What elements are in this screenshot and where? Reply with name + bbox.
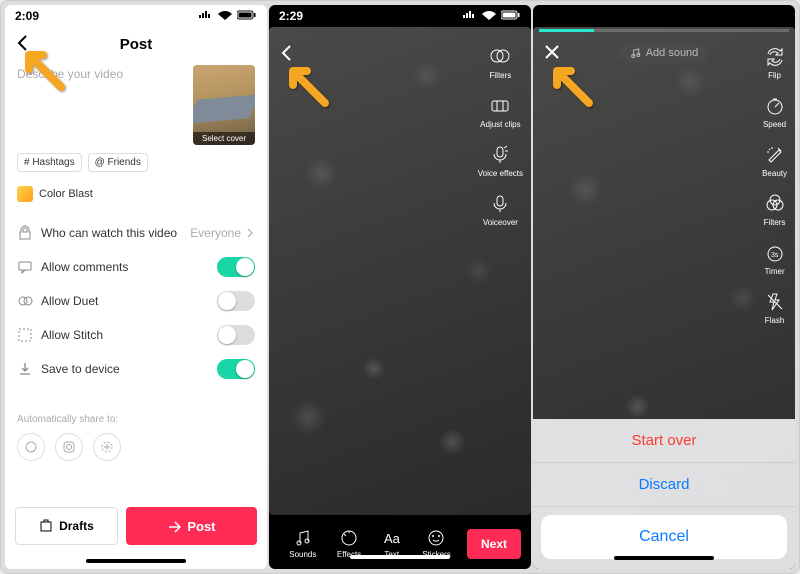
voice-effects-button[interactable]: Voice effects bbox=[478, 143, 523, 178]
share-message-icon[interactable] bbox=[17, 433, 45, 461]
record-progress bbox=[539, 29, 789, 32]
hashtags-chip[interactable]: # Hashtags bbox=[17, 153, 82, 172]
page-title: Post bbox=[120, 36, 153, 53]
flip-icon bbox=[763, 45, 787, 69]
status-icons bbox=[196, 9, 257, 23]
stitch-toggle[interactable] bbox=[217, 325, 255, 345]
home-indicator bbox=[86, 559, 186, 563]
drafts-button[interactable]: Drafts bbox=[15, 507, 118, 545]
annotation-arrow bbox=[283, 61, 333, 116]
status-bar: 2:09 bbox=[5, 5, 267, 27]
stitch-row: Allow Stitch bbox=[17, 318, 255, 352]
lock-icon bbox=[17, 225, 33, 241]
status-time: 2:29 bbox=[279, 9, 303, 23]
cover-label: Select cover bbox=[193, 132, 255, 145]
cancel-button[interactable]: Cancel bbox=[541, 515, 787, 559]
adjust-clips-button[interactable]: Adjust clips bbox=[478, 94, 523, 129]
effects-button[interactable]: Effects bbox=[337, 528, 361, 559]
music-icon bbox=[630, 47, 642, 59]
start-over-button[interactable]: Start over bbox=[533, 419, 795, 463]
timer-button[interactable]: 3sTimer bbox=[762, 241, 787, 276]
filters-icon bbox=[488, 45, 512, 69]
comments-toggle[interactable] bbox=[217, 257, 255, 277]
save-toggle[interactable] bbox=[217, 359, 255, 379]
post-screen: 2:09 Post Describe your video Select cov… bbox=[5, 5, 267, 569]
stickers-button[interactable]: Stickers bbox=[422, 528, 450, 559]
action-sheet: Start over Discard Cancel bbox=[533, 419, 795, 569]
drafts-icon bbox=[39, 519, 53, 533]
flip-button[interactable]: Flip bbox=[762, 45, 787, 80]
duet-row: Allow Duet bbox=[17, 284, 255, 318]
filters-button[interactable]: Filters bbox=[478, 45, 523, 80]
text-icon: Aa bbox=[382, 528, 402, 548]
filters-icon bbox=[763, 192, 787, 216]
add-sound-button[interactable]: Add sound bbox=[620, 43, 709, 63]
stitch-icon bbox=[17, 327, 33, 343]
flash-button[interactable]: Flash bbox=[762, 290, 787, 325]
comments-row: Allow comments bbox=[17, 250, 255, 284]
voiceover-button[interactable]: Voiceover bbox=[478, 192, 523, 227]
annotation-arrow bbox=[19, 45, 69, 100]
cover-thumbnail[interactable]: Select cover bbox=[193, 65, 255, 145]
duet-icon bbox=[17, 293, 33, 309]
speed-button[interactable]: Speed bbox=[762, 94, 787, 129]
home-indicator bbox=[614, 556, 714, 560]
edit-screen: 2:29 Filters Adjust clips Voice effects … bbox=[269, 5, 531, 569]
save-row: Save to device bbox=[17, 352, 255, 386]
share-instagram-icon[interactable] bbox=[55, 433, 83, 461]
voice-effects-icon bbox=[488, 143, 512, 167]
duet-toggle[interactable] bbox=[217, 291, 255, 311]
next-button[interactable]: Next bbox=[467, 529, 521, 559]
status-time: 2:09 bbox=[15, 9, 39, 23]
stickers-icon bbox=[426, 528, 446, 548]
chevron-right-icon bbox=[245, 228, 255, 238]
beauty-button[interactable]: Beauty bbox=[762, 143, 787, 178]
discard-button[interactable]: Discard bbox=[533, 463, 795, 507]
status-icons bbox=[460, 9, 521, 23]
friends-chip[interactable]: @ Friends bbox=[88, 153, 148, 172]
speed-icon bbox=[763, 94, 787, 118]
share-label: Automatically share to: bbox=[17, 414, 255, 425]
status-bar bbox=[533, 5, 795, 13]
effect-row[interactable]: Color Blast bbox=[17, 186, 255, 202]
effects-icon bbox=[339, 528, 359, 548]
privacy-row[interactable]: Who can watch this video Everyone bbox=[17, 216, 255, 250]
svg-text:Aa: Aa bbox=[384, 531, 401, 546]
adjust-icon bbox=[488, 94, 512, 118]
text-button[interactable]: AaText bbox=[382, 528, 402, 559]
svg-text:3s: 3s bbox=[771, 252, 779, 259]
sounds-button[interactable]: Sounds bbox=[289, 528, 316, 559]
share-more-icon[interactable] bbox=[93, 433, 121, 461]
music-icon bbox=[293, 528, 313, 548]
camera-screen: Add sound Flip Speed Beauty Filters 3sTi… bbox=[533, 5, 795, 569]
post-button[interactable]: Post bbox=[126, 507, 257, 545]
annotation-arrow bbox=[547, 61, 597, 116]
filters-button[interactable]: Filters bbox=[762, 192, 787, 227]
beauty-icon bbox=[763, 143, 787, 167]
voiceover-icon bbox=[488, 192, 512, 216]
download-icon bbox=[17, 361, 33, 377]
status-bar: 2:29 bbox=[269, 5, 531, 27]
flash-icon bbox=[763, 290, 787, 314]
comment-icon bbox=[17, 259, 33, 275]
timer-icon: 3s bbox=[763, 241, 787, 265]
post-icon bbox=[167, 519, 181, 533]
effect-icon bbox=[17, 186, 33, 202]
